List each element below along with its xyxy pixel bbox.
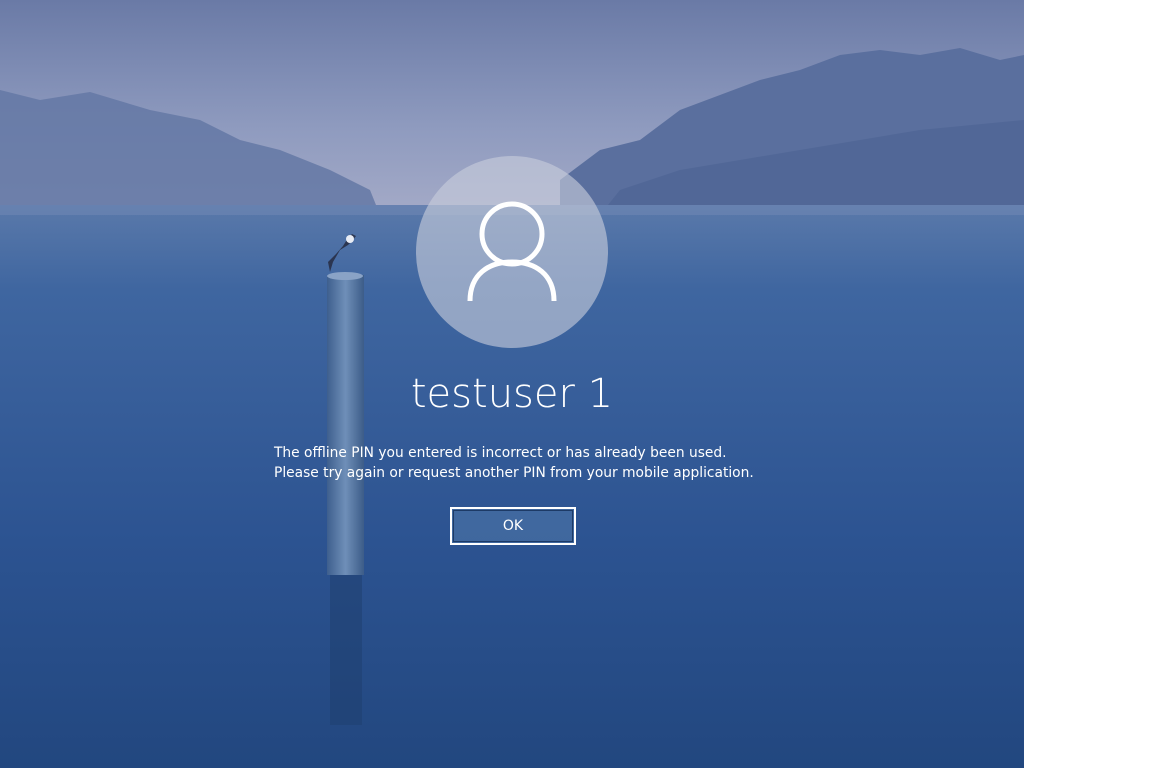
ok-button[interactable]: OK xyxy=(450,507,576,545)
user-avatar-icon xyxy=(467,201,557,302)
user-avatar xyxy=(416,156,608,348)
lock-screen: testuser 1 The offline PIN you entered i… xyxy=(0,0,1024,768)
ok-button-label: OK xyxy=(453,510,573,542)
username: testuser 1 xyxy=(410,371,614,417)
error-message: The offline PIN you entered is incorrect… xyxy=(274,445,754,481)
